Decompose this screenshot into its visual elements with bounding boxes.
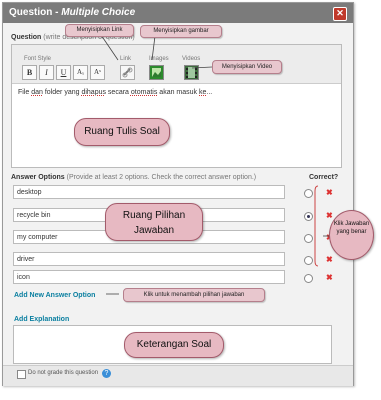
correct-column-label: Correct? — [309, 174, 339, 181]
question-editor[interactable]: Font Style Link Images Videos B I U Aₓ A… — [11, 44, 342, 168]
annotation-answer-area-line1: Ruang Pilihan — [122, 210, 186, 221]
dialog-titlebar: Question - Multiple Choice ✕ — [3, 3, 353, 23]
bold-button[interactable]: B — [22, 65, 37, 80]
images-group-label: Images — [149, 56, 169, 62]
annotation-image: Menyisipkan gambar — [140, 25, 222, 38]
add-explanation-link[interactable]: Add Explanation — [14, 316, 69, 323]
delete-option-icon[interactable]: ✖ — [326, 274, 333, 282]
annotation-link: Menyisipkan Link — [65, 24, 134, 37]
help-icon[interactable]: ? — [102, 369, 111, 378]
question-text-part: dan — [31, 89, 43, 96]
answer-input-1[interactable]: desktop — [13, 185, 285, 199]
delete-option-icon[interactable]: ✖ — [326, 212, 333, 220]
question-text-part: otomatis — [130, 89, 158, 96]
annotation-answer-area: Ruang Pilihan Jawaban — [105, 203, 203, 241]
superscript-button[interactable]: Aˣ — [90, 65, 105, 80]
answer-options-label-text: Answer Options — [11, 174, 65, 181]
annotation-answer-area-line2: Jawaban — [133, 225, 175, 236]
editor-toolbar: Font Style Link Images Videos B I U Aₓ A… — [12, 45, 341, 84]
correct-radio-4[interactable] — [304, 256, 313, 265]
question-text: File dan folder yang dihapus secara otom… — [18, 89, 212, 96]
link-group-label: Link — [120, 56, 132, 62]
italic-button[interactable]: I — [39, 65, 54, 80]
video-icon — [186, 67, 197, 78]
insert-link-button[interactable] — [120, 65, 135, 80]
question-dialog: Question - Multiple Choice ✕ Question (w… — [2, 2, 354, 386]
annotation-add-answer: Klik untuk menambah pilihan jawaban — [123, 288, 265, 302]
correct-radio-3[interactable] — [304, 234, 313, 243]
answer-options-hint: (Provide at least 2 options. Check the c… — [66, 174, 257, 181]
annotation-write-area: Ruang Tulis Soal — [74, 118, 170, 146]
font-style-label: Font Style — [24, 56, 52, 62]
videos-group-label: Videos — [182, 56, 201, 62]
dialog-title-prefix: Question - — [9, 7, 62, 18]
correct-radio-2[interactable] — [304, 212, 313, 221]
subscript-button[interactable]: Aₓ — [73, 65, 88, 80]
question-text-part: ... — [206, 89, 213, 96]
add-answer-option-link[interactable]: Add New Answer Option — [14, 292, 95, 299]
annotation-explanation: Keterangan Soal — [124, 332, 224, 358]
insert-image-button[interactable] — [149, 65, 164, 80]
question-label-text: Question — [11, 34, 42, 41]
answer-options-label: Answer Options (Provide at least 2 optio… — [11, 174, 256, 181]
answer-input-4[interactable]: driver — [13, 252, 285, 266]
delete-option-icon[interactable]: ✖ — [326, 256, 333, 264]
underline-button[interactable]: U — [56, 65, 71, 80]
link-icon — [122, 67, 133, 78]
delete-option-icon[interactable]: ✖ — [326, 189, 333, 197]
question-text-part: dihapus — [81, 89, 106, 96]
dialog-title-type: Multiple Choice — [61, 7, 136, 18]
annotation-click-answer: Klik Jawaban yang benar — [329, 210, 374, 260]
correct-radio-5[interactable] — [304, 274, 313, 283]
annotation-video: Menyisipkan Video — [212, 60, 282, 74]
no-grade-label: Do not grade this question — [28, 370, 99, 376]
close-button[interactable]: ✕ — [333, 7, 347, 21]
question-text-part: akan masuk — [157, 89, 199, 96]
insert-video-button[interactable] — [184, 65, 199, 80]
question-text-part: folder yang — [42, 89, 82, 96]
image-icon — [152, 68, 161, 77]
correct-radio-1[interactable] — [304, 189, 313, 198]
question-text-part: File — [18, 89, 32, 96]
answer-input-5[interactable]: icon — [13, 270, 285, 284]
question-text-part: secara — [105, 89, 131, 96]
no-grade-checkbox[interactable] — [17, 370, 26, 379]
